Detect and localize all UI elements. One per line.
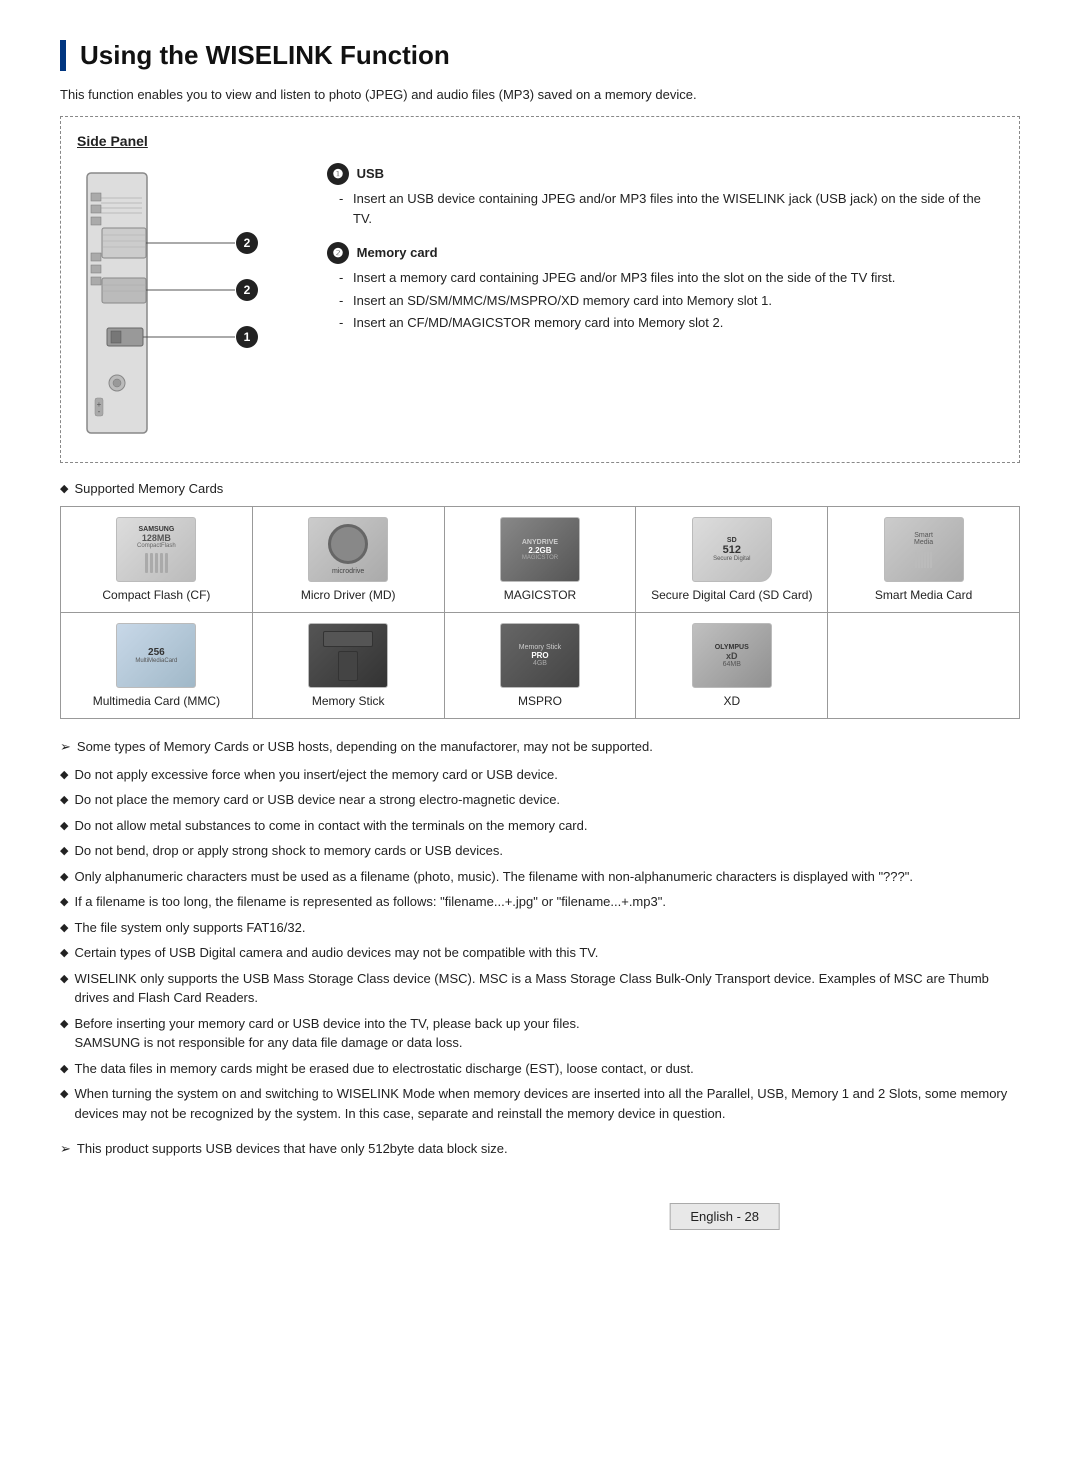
supported-label: Supported Memory Cards bbox=[60, 481, 1020, 496]
diamond-icon-7: ◆ bbox=[60, 920, 68, 937]
diamond-icon-1: ◆ bbox=[60, 767, 68, 784]
card-xd-img: OLYMPUS xD 64MB bbox=[692, 623, 772, 688]
card-sd-img: SD 512 Secure Digital bbox=[692, 517, 772, 582]
bullet-text-10: Before inserting your memory card or USB… bbox=[74, 1014, 579, 1053]
note-arrow-1: ➢ Some types of Memory Cards or USB host… bbox=[60, 737, 1020, 757]
diamond-icon-2: ◆ bbox=[60, 792, 68, 809]
svg-text:1: 1 bbox=[244, 330, 251, 344]
card-md: microdrive Micro Driver (MD) bbox=[252, 507, 444, 613]
card-sm: Smart Media Smart Media Card bbox=[828, 507, 1020, 613]
note-arrow-2-text: This product supports USB devices that h… bbox=[77, 1139, 508, 1159]
memory-badge: ❷ bbox=[327, 242, 349, 264]
bullet-item-1: ◆ Do not apply excessive force when you … bbox=[60, 765, 1020, 785]
bullet-item-8: ◆ Certain types of USB Digital camera an… bbox=[60, 943, 1020, 963]
card-sm-label: Smart Media Card bbox=[875, 588, 972, 602]
card-cf-img: SAMSUNG 128MB CompactFlash bbox=[116, 517, 196, 582]
bullet-item-12: ◆ When turning the system on and switchi… bbox=[60, 1084, 1020, 1123]
memory-cards-row-2: 256 MultiMediaCard Multimedia Card (MMC)… bbox=[61, 613, 1020, 719]
card-magicstor: ANYDRIVE 2.2GB MAGICSTOR MAGICSTOR bbox=[444, 507, 636, 613]
diamond-icon-10: ◆ bbox=[60, 1016, 68, 1033]
bullet-item-4: ◆ Do not bend, drop or apply strong shoc… bbox=[60, 841, 1020, 861]
arrow-icon-2: ➢ bbox=[60, 1139, 71, 1159]
side-panel-title: Side Panel bbox=[77, 133, 1003, 149]
footer-bar: English - 28 bbox=[669, 1203, 780, 1230]
memory-cards-row-1: SAMSUNG 128MB CompactFlash Compact Flash… bbox=[61, 507, 1020, 613]
card-md-img: microdrive bbox=[308, 517, 388, 582]
bullet-text-11: The data files in memory cards might be … bbox=[74, 1059, 693, 1079]
svg-text:2: 2 bbox=[244, 236, 251, 250]
card-empty bbox=[828, 613, 1020, 719]
side-panel-box: Side Panel bbox=[60, 116, 1020, 463]
card-magicstor-img: ANYDRIVE 2.2GB MAGICSTOR bbox=[500, 517, 580, 582]
page-title: Using the WISELINK Function bbox=[60, 40, 1020, 71]
card-xd: OLYMPUS xD 64MB XD bbox=[636, 613, 828, 719]
bullet-item-11: ◆ The data files in memory cards might b… bbox=[60, 1059, 1020, 1079]
diamond-icon-6: ◆ bbox=[60, 894, 68, 911]
memory-bullet-1: Insert a memory card containing JPEG and… bbox=[339, 268, 1003, 288]
bullet-text-2: Do not place the memory card or USB devi… bbox=[74, 790, 560, 810]
arrow-icon-1: ➢ bbox=[60, 737, 71, 757]
diamond-icon-9: ◆ bbox=[60, 971, 68, 988]
bullet-item-7: ◆ The file system only supports FAT16/32… bbox=[60, 918, 1020, 938]
card-ms: Memory Stick bbox=[252, 613, 444, 719]
memory-bullet-list: Insert a memory card containing JPEG and… bbox=[327, 268, 1003, 333]
card-cf-label: Compact Flash (CF) bbox=[102, 588, 210, 602]
card-xd-label: XD bbox=[723, 694, 740, 708]
card-mspro-label: MSPRO bbox=[518, 694, 562, 708]
usb-label: USB bbox=[357, 166, 384, 181]
intro-text: This function enables you to view and li… bbox=[60, 87, 1020, 102]
card-sd: SD 512 Secure Digital Secure Digital Car… bbox=[636, 507, 828, 613]
memory-card-info: ❷ Memory card Insert a memory card conta… bbox=[327, 242, 1003, 333]
memory-bullet-3: Insert an CF/MD/MAGICSTOR memory card in… bbox=[339, 313, 1003, 333]
diamond-icon-5: ◆ bbox=[60, 869, 68, 886]
note-arrow-1-text: Some types of Memory Cards or USB hosts,… bbox=[77, 737, 653, 757]
card-mspro: Memory Stick PRO 4GB MSPRO bbox=[444, 613, 636, 719]
svg-text:2: 2 bbox=[244, 283, 251, 297]
bullet-item-2: ◆ Do not place the memory card or USB de… bbox=[60, 790, 1020, 810]
panel-info: ❶ USB Insert an USB device containing JP… bbox=[327, 163, 1003, 347]
bullet-item-5: ◆ Only alphanumeric characters must be u… bbox=[60, 867, 1020, 887]
svg-text:-: - bbox=[98, 407, 101, 416]
usb-info: ❶ USB Insert an USB device containing JP… bbox=[327, 163, 1003, 228]
bullet-text-1: Do not apply excessive force when you in… bbox=[74, 765, 557, 785]
diamond-icon-4: ◆ bbox=[60, 843, 68, 860]
card-mmc: 256 MultiMediaCard Multimedia Card (MMC) bbox=[61, 613, 253, 719]
panel-diagram: 2 2 1 bbox=[77, 163, 297, 446]
memory-cards-table: SAMSUNG 128MB CompactFlash Compact Flash… bbox=[60, 506, 1020, 719]
card-ms-label: Memory Stick bbox=[312, 694, 385, 708]
diamond-icon-8: ◆ bbox=[60, 945, 68, 962]
card-sm-img: Smart Media bbox=[884, 517, 964, 582]
bullet-item-10: ◆ Before inserting your memory card or U… bbox=[60, 1014, 1020, 1053]
diamond-icon-3: ◆ bbox=[60, 818, 68, 835]
card-ms-img bbox=[308, 623, 388, 688]
bullet-item-6: ◆ If a filename is too long, the filenam… bbox=[60, 892, 1020, 912]
card-mmc-img: 256 MultiMediaCard bbox=[116, 623, 196, 688]
diamond-icon-12: ◆ bbox=[60, 1086, 68, 1103]
card-md-label: Micro Driver (MD) bbox=[301, 588, 396, 602]
card-mspro-img: Memory Stick PRO 4GB bbox=[500, 623, 580, 688]
card-mmc-label: Multimedia Card (MMC) bbox=[93, 694, 220, 708]
usb-badge: ❶ bbox=[327, 163, 349, 185]
card-magicstor-label: MAGICSTOR bbox=[504, 588, 576, 602]
bullet-text-4: Do not bend, drop or apply strong shock … bbox=[74, 841, 502, 861]
bullet-text-8: Certain types of USB Digital camera and … bbox=[74, 943, 598, 963]
usb-bullet-list: Insert an USB device containing JPEG and… bbox=[327, 189, 1003, 228]
card-sd-label: Secure Digital Card (SD Card) bbox=[651, 588, 812, 602]
memory-label: Memory card bbox=[357, 245, 438, 260]
usb-bullet-1: Insert an USB device containing JPEG and… bbox=[339, 189, 1003, 228]
bullet-text-9: WISELINK only supports the USB Mass Stor… bbox=[74, 969, 1020, 1008]
diamond-icon-11: ◆ bbox=[60, 1061, 68, 1078]
bullet-text-6: If a filename is too long, the filename … bbox=[74, 892, 665, 912]
bullet-text-3: Do not allow metal substances to come in… bbox=[74, 816, 587, 836]
memory-bullet-2: Insert an SD/SM/MMC/MS/MSPRO/XD memory c… bbox=[339, 291, 1003, 311]
note-arrow-2: ➢ This product supports USB devices that… bbox=[60, 1139, 1020, 1159]
card-cf: SAMSUNG 128MB CompactFlash Compact Flash… bbox=[61, 507, 253, 613]
bullet-notes-list: ◆ Do not apply excessive force when you … bbox=[60, 765, 1020, 1124]
bullet-text-5: Only alphanumeric characters must be use… bbox=[74, 867, 913, 887]
bullet-item-3: ◆ Do not allow metal substances to come … bbox=[60, 816, 1020, 836]
bullet-text-7: The file system only supports FAT16/32. bbox=[74, 918, 305, 938]
bullet-text-12: When turning the system on and switching… bbox=[74, 1084, 1020, 1123]
bullet-item-9: ◆ WISELINK only supports the USB Mass St… bbox=[60, 969, 1020, 1008]
